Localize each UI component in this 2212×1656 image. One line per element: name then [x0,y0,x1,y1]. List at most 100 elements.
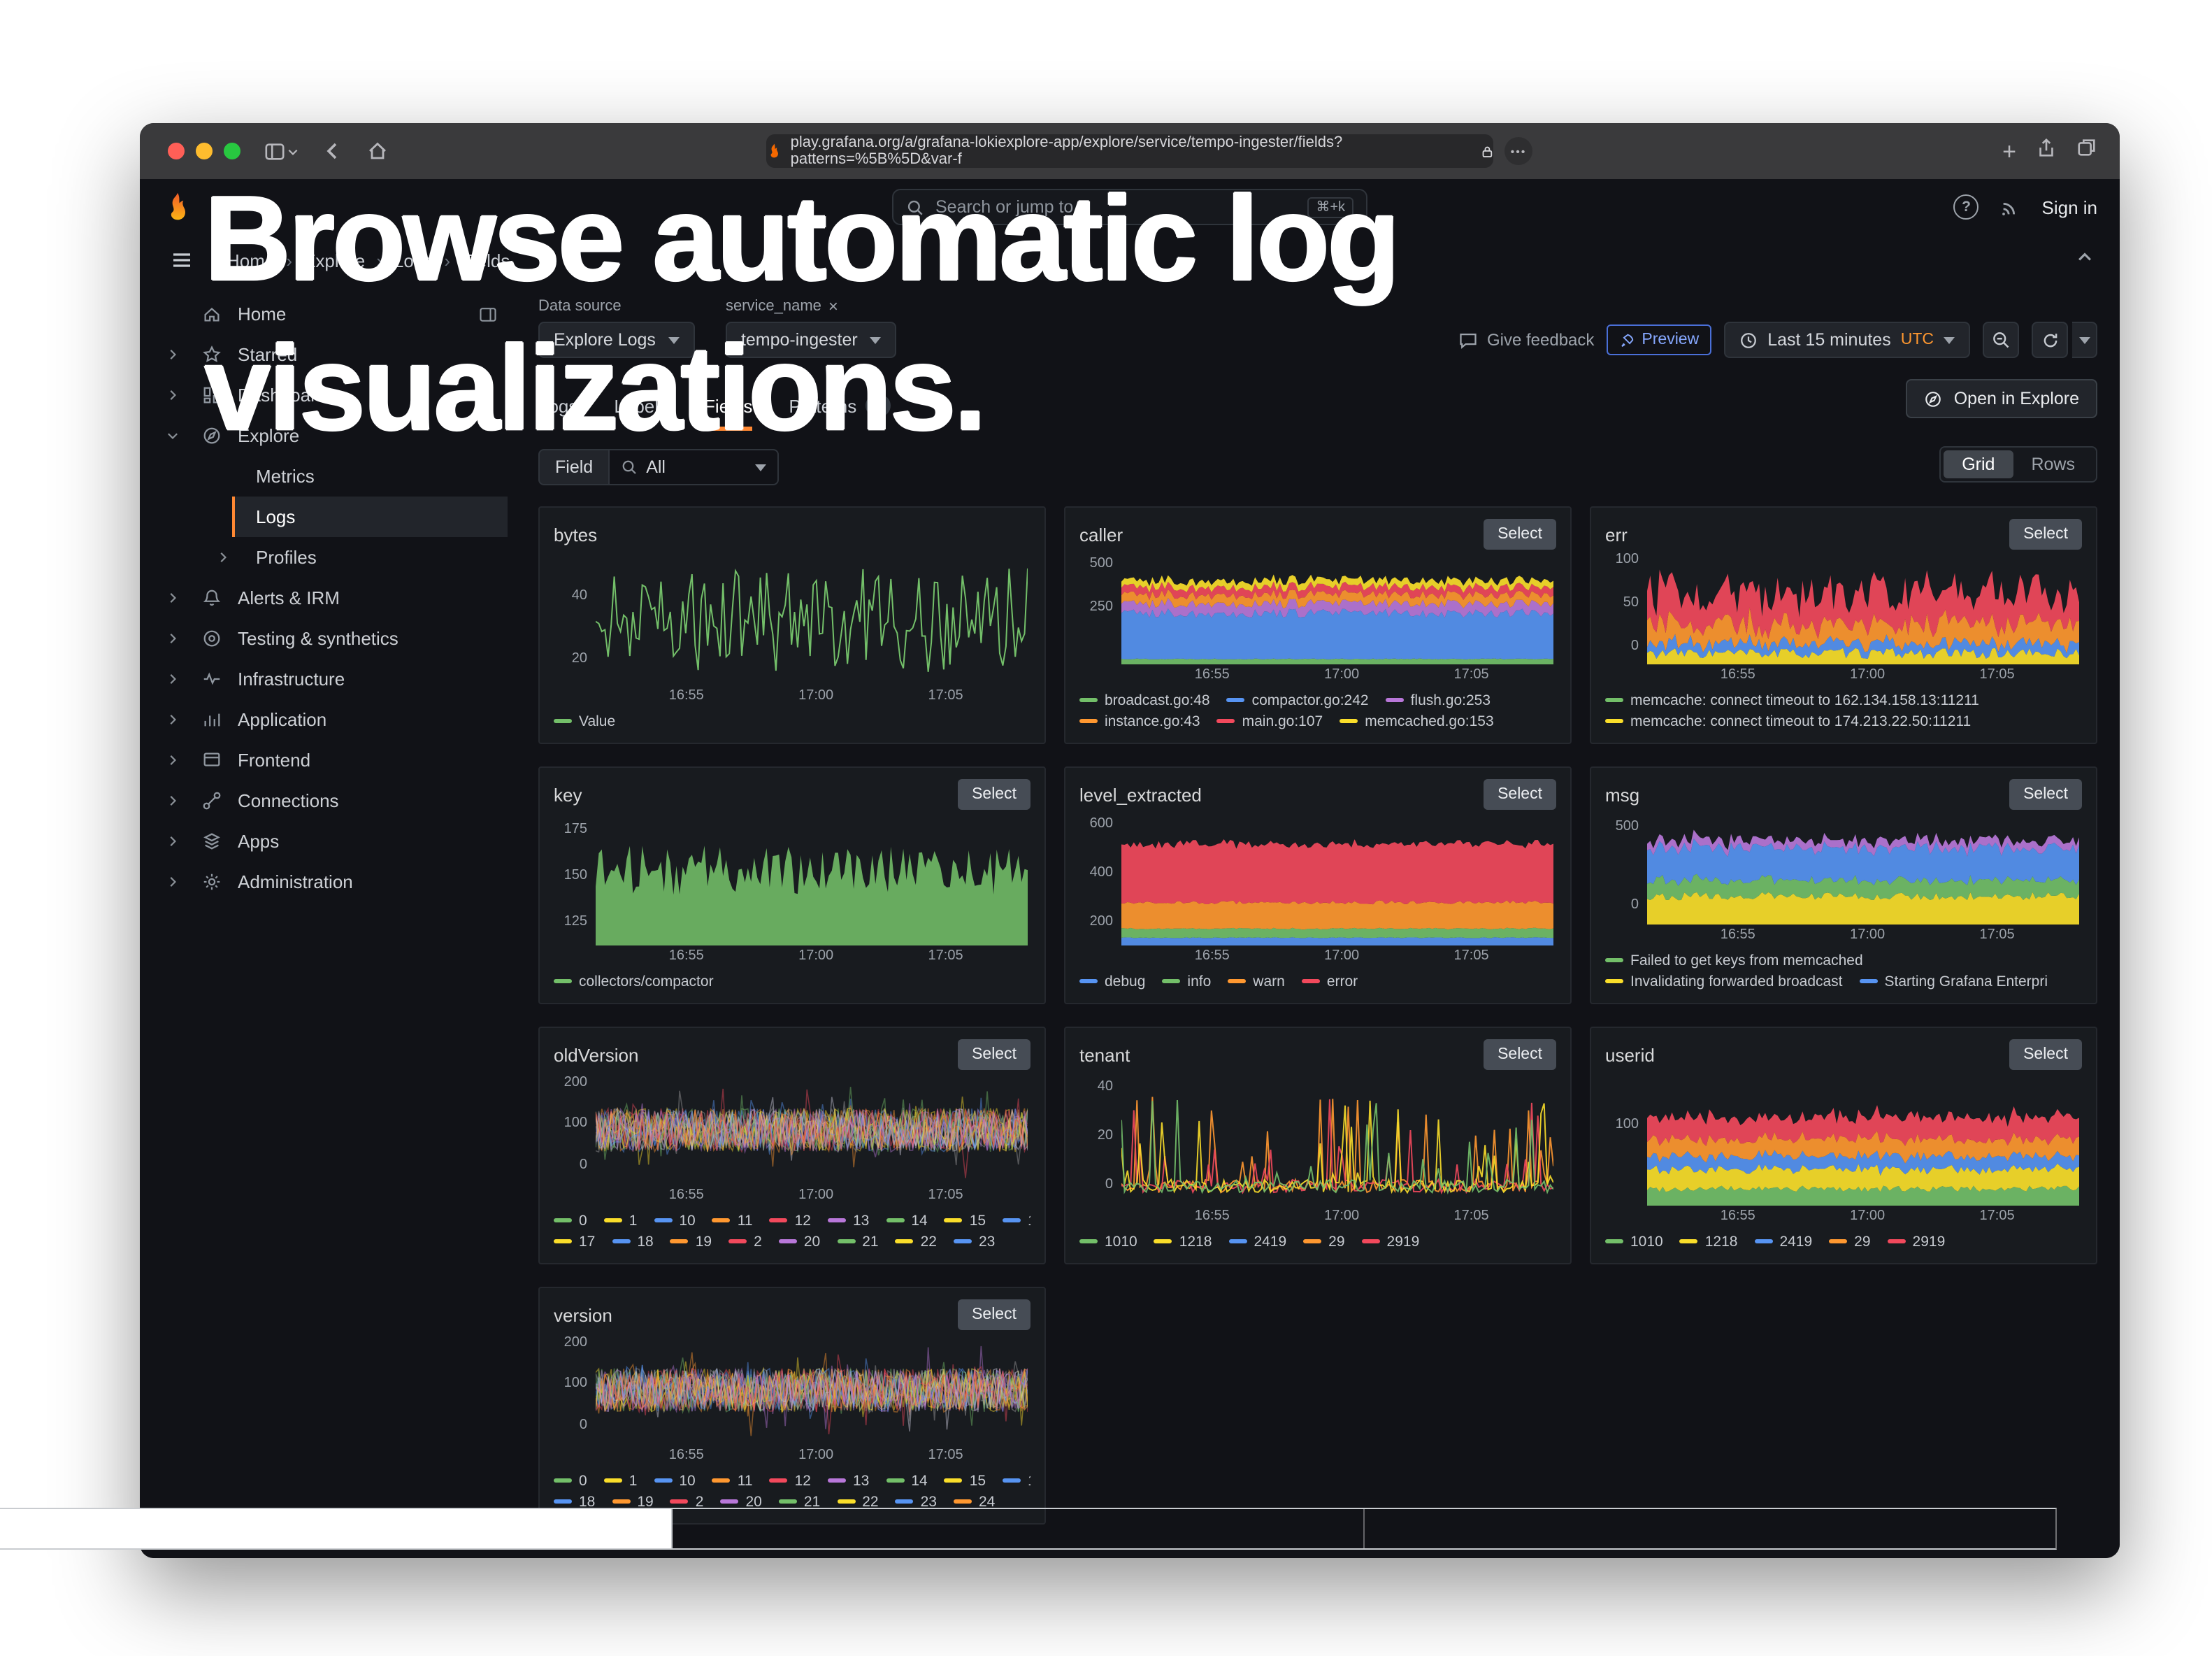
share-icon[interactable] [2036,136,2057,166]
back-icon[interactable] [322,140,344,162]
legend-item[interactable]: 18 [612,1233,653,1250]
breadcrumb-item[interactable]: Home [227,250,275,271]
chevron-right-icon[interactable] [162,834,182,849]
legend-item[interactable]: compactor.go:242 [1227,692,1369,708]
legend-item[interactable]: 15 [945,1212,986,1229]
legend-item[interactable]: info [1162,973,1211,990]
help-icon[interactable]: ? [1954,194,1979,220]
tabs-overview-icon[interactable] [2076,137,2097,165]
chevron-down-icon[interactable] [162,428,182,443]
legend-item[interactable]: 14 [886,1212,927,1229]
chevron-right-icon[interactable] [162,631,182,646]
legend-item[interactable]: 10 [654,1472,695,1489]
sidebar-item-administration[interactable]: Administration [140,862,517,902]
zoom-window-button[interactable] [224,143,240,159]
panel-select-button[interactable]: Select [2009,519,2082,550]
sidebar-item-connections[interactable]: Connections [140,780,517,821]
panel-select-button[interactable]: Select [2009,1039,2082,1070]
legend-item[interactable]: main.go:107 [1217,713,1323,729]
legend-item[interactable]: 22 [896,1233,937,1250]
panel-select-button[interactable]: Select [1484,519,1556,550]
sidebar-item-alerts-irm[interactable]: Alerts & IRM [140,578,517,618]
legend-item[interactable]: 19 [670,1233,712,1250]
sidebar-item-home[interactable]: Home [140,294,517,334]
legend-item[interactable]: collectors/compactor [554,973,714,990]
refresh-button[interactable] [2032,322,2068,358]
sidebar-item-infrastructure[interactable]: Infrastructure [140,659,517,699]
legend-item[interactable]: 1218 [1680,1233,1738,1250]
remove-filter-icon[interactable]: × [828,297,838,316]
legend-item[interactable]: instance.go:43 [1079,713,1200,729]
sidebar-item-frontend[interactable]: Frontend [140,740,517,780]
sign-in-button[interactable]: Sign in [2042,197,2098,217]
legend-item[interactable]: 17 [554,1233,595,1250]
tab-logs[interactable]: Logs [538,396,577,431]
tab-labels[interactable]: Labels [614,396,668,431]
sidebar-item-starred[interactable]: Starred [140,334,517,375]
sidebar-item-dashboards[interactable]: Dashboards [140,375,517,415]
tab-fields[interactable]: Fields [704,396,752,431]
legend-item[interactable]: Failed to get keys from memcached [1605,952,1863,969]
legend-item[interactable]: error [1302,973,1358,990]
news-icon[interactable] [2000,197,2021,217]
legend-item[interactable]: 2419 [1754,1233,1812,1250]
sidebar-item-testing-synthetics[interactable]: Testing & synthetics [140,618,517,659]
home-icon[interactable] [366,140,389,162]
legend-item[interactable]: 21 [837,1233,878,1250]
more-options-icon[interactable]: ••• [1504,137,1532,165]
legend-item[interactable]: 12 [770,1472,811,1489]
breadcrumb-item[interactable]: Explore [303,250,365,271]
search-input[interactable]: Search or jump to... ⌘+k [892,189,1367,225]
legend-item[interactable]: 23 [954,1233,995,1250]
chevron-right-icon[interactable] [162,752,182,768]
legend-item[interactable]: 16 [1003,1212,1030,1229]
legend-item[interactable]: 14 [886,1472,927,1489]
legend-item[interactable]: warn [1228,973,1285,990]
chevron-right-icon[interactable] [162,387,182,403]
sidebar-item-apps[interactable]: Apps [140,821,517,862]
legend-item[interactable]: 0 [554,1212,587,1229]
panel-select-button[interactable]: Select [958,1039,1030,1070]
legend-item[interactable]: 12 [770,1212,811,1229]
legend-item[interactable]: 20 [779,1233,820,1250]
legend-item[interactable]: 2419 [1228,1233,1286,1250]
legend-item[interactable]: 29 [1303,1233,1344,1250]
chevron-right-icon[interactable] [162,712,182,727]
legend-item[interactable]: 1010 [1079,1233,1137,1250]
legend-item[interactable]: debug [1079,973,1145,990]
time-range-picker[interactable]: Last 15 minutes UTC [1724,322,1970,358]
chevron-right-icon[interactable] [213,550,232,565]
legend-item[interactable]: 16 [1003,1472,1030,1489]
give-feedback-link[interactable]: Give feedback [1459,330,1594,350]
legend-item[interactable]: flush.go:253 [1386,692,1491,708]
legend-item[interactable]: Invalidating forwarded broadcast [1605,973,1843,990]
breadcrumb-item[interactable]: Fields [461,250,510,271]
legend-item[interactable]: 13 [828,1212,869,1229]
refresh-interval-caret[interactable] [2072,322,2097,358]
legend-item[interactable]: 1010 [1605,1233,1663,1250]
collapse-section-icon[interactable] [2075,247,2095,273]
panel-select-button[interactable]: Select [1484,1039,1556,1070]
chevron-right-icon[interactable] [162,347,182,362]
breadcrumb-item[interactable]: Logs [394,250,433,271]
legend-item[interactable]: 1 [604,1472,638,1489]
legend-item[interactable]: memcached.go:153 [1340,713,1493,729]
panel-select-button[interactable]: Select [958,1299,1030,1330]
legend-item[interactable]: memcache: connect timeout to 162.134.158… [1605,692,1979,708]
legend-item[interactable]: 11 [712,1472,753,1489]
sidebar-toggle-icon[interactable] [263,141,299,162]
legend-item[interactable]: memcache: connect timeout to 174.213.22.… [1605,713,1971,729]
sidebar-item-application[interactable]: Application [140,699,517,740]
data-source-select[interactable]: Explore Logs [538,322,695,358]
legend-item[interactable]: 2 [728,1233,762,1250]
sidebar-item-profiles[interactable]: Profiles [140,537,517,578]
legend-item[interactable]: 1218 [1154,1233,1212,1250]
menu-toggle-icon[interactable] [171,249,193,271]
legend-item[interactable]: 15 [945,1472,986,1489]
grafana-logo[interactable] [162,192,193,222]
chevron-right-icon[interactable] [162,671,182,687]
legend-item[interactable]: 11 [712,1212,753,1229]
service-name-select[interactable]: tempo-ingester [726,322,897,358]
close-window-button[interactable] [168,143,185,159]
chevron-right-icon[interactable] [162,874,182,890]
